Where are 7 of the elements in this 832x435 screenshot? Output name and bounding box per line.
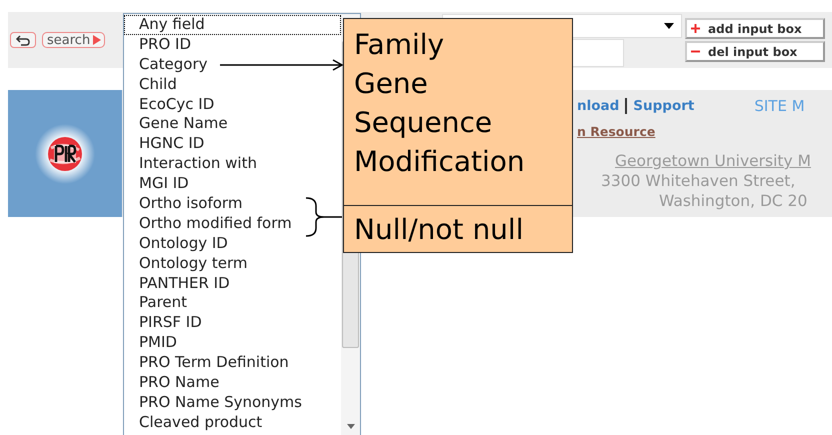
callout-text: Null/not null <box>354 212 524 248</box>
address-text: Washington, DC 20 <box>659 192 808 210</box>
address-text: 3300 Whitehaven Street, <box>601 172 796 190</box>
callout-text: Modification <box>354 144 525 180</box>
callout-text: Sequence <box>354 105 492 141</box>
callout-text: Gene <box>354 66 428 102</box>
callout-text: Family <box>354 27 444 63</box>
